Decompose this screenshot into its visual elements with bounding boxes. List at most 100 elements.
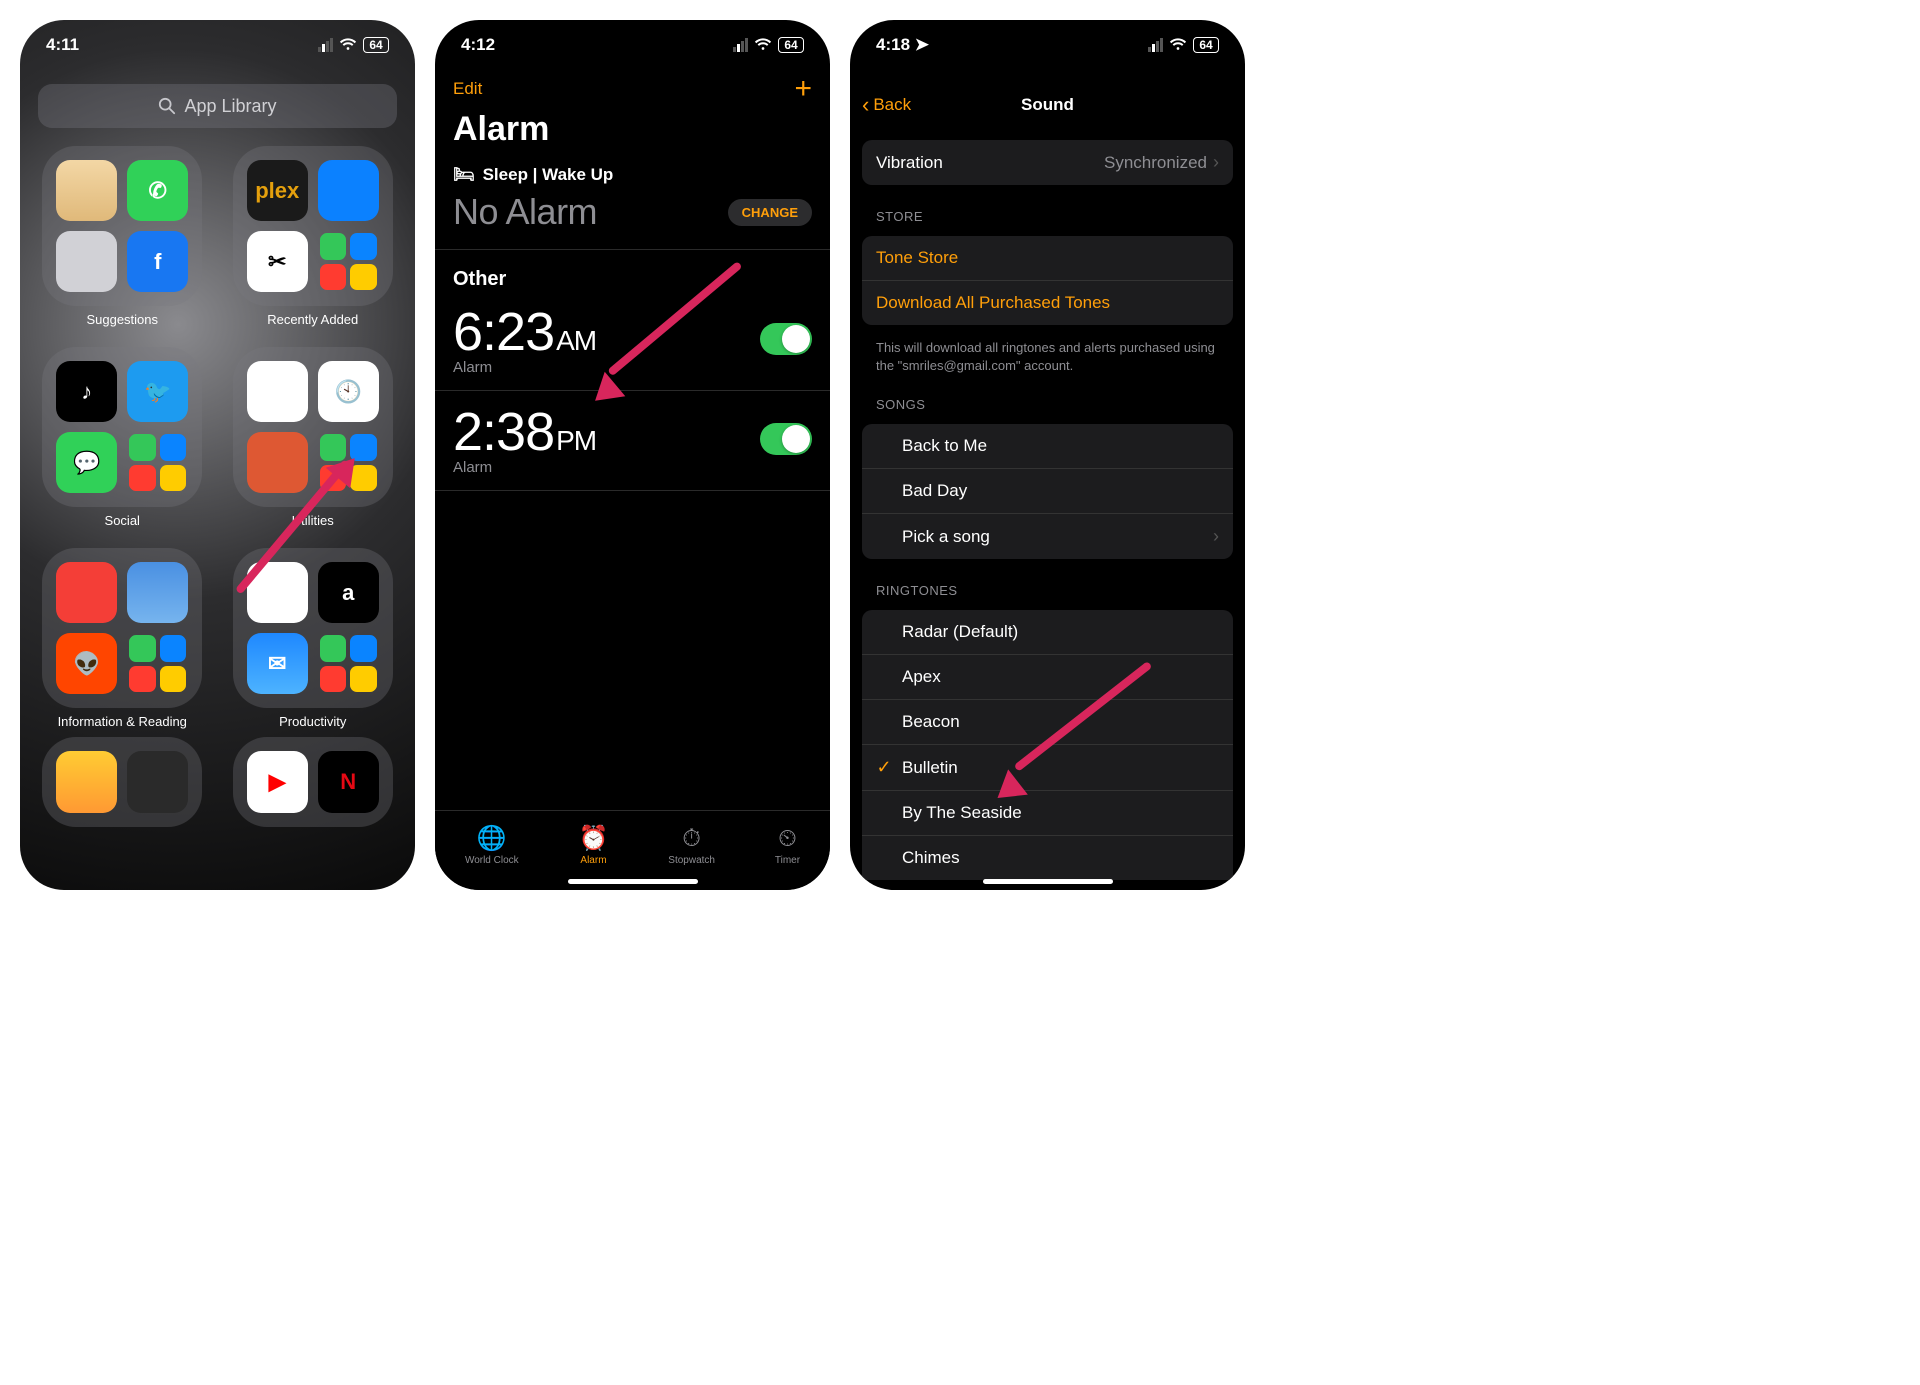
capcut-icon[interactable]: ✂ (247, 231, 308, 292)
vibration-cell[interactable]: Vibration Synchronized› (862, 140, 1233, 185)
tiktok-icon[interactable]: ♪ (56, 361, 117, 422)
ringtone-name: Bulletin (902, 758, 958, 778)
nav-bar: Edit + (435, 70, 830, 110)
phone-icon[interactable]: ✆ (127, 160, 188, 221)
song-cell[interactable]: Back to Me (862, 424, 1233, 469)
chevron-left-icon: ‹ (862, 92, 869, 118)
a-app-icon[interactable]: a (318, 562, 379, 623)
folder-label: Productivity (279, 714, 346, 729)
song-cell[interactable]: Pick a song › (862, 514, 1233, 559)
amazon-icon[interactable] (56, 160, 117, 221)
signal-icon (318, 38, 333, 52)
download-all-cell[interactable]: Download All Purchased Tones (862, 281, 1233, 325)
folder[interactable]: 👽 Information & Reading (40, 548, 205, 729)
facebook-icon[interactable]: f (127, 231, 188, 292)
phone-alarm: 4:12 64 Edit + Alarm 🛏 Sleep | Wake Up N… (435, 20, 830, 890)
tab-world-clock[interactable]: 🌐 World Clock (465, 826, 519, 866)
songs-group: Back to Me Bad Day Pick a song › (862, 424, 1233, 559)
chrome-icon[interactable] (247, 361, 308, 422)
ringtone-name: Chimes (902, 848, 960, 868)
back-button[interactable]: ‹ Back (862, 92, 911, 118)
mini-app-cluster[interactable] (127, 633, 188, 694)
tab-label: Stopwatch (668, 855, 715, 866)
change-button[interactable]: CHANGE (728, 199, 812, 226)
alarm-icon: ⏰ (579, 826, 609, 852)
vibration-group: Vibration Synchronized› (862, 140, 1233, 185)
weather-icon[interactable] (127, 562, 188, 623)
folder-label: Recently Added (267, 312, 358, 327)
sleep-section: 🛏 Sleep | Wake Up No Alarm CHANGE (435, 165, 830, 250)
signal-icon (1148, 38, 1163, 52)
messages-icon[interactable]: 💬 (56, 432, 117, 493)
search-input[interactable]: App Library (38, 84, 397, 128)
tab-timer[interactable]: ⏲ Timer (775, 826, 800, 866)
page-title: Alarm (435, 110, 830, 165)
game2-icon[interactable] (127, 751, 188, 813)
location-icon: ➤ (915, 35, 929, 55)
ringtone-cell[interactable]: Radar (Default) (862, 610, 1233, 655)
folder[interactable] (40, 737, 205, 827)
status-right: 64 (1148, 37, 1219, 54)
folder-label: Social (105, 513, 140, 528)
status-time: 4:18 ➤ (876, 35, 929, 55)
bed-icon: 🛏 (453, 165, 475, 185)
folder[interactable]: plex ✂ Recently Added (231, 146, 396, 327)
folder-label: Information & Reading (58, 714, 187, 729)
ringtone-cell[interactable]: By The Seaside (862, 791, 1233, 836)
phone-app-library: 4:11 64 App Library ✆f Suggestions plex✂… (20, 20, 415, 890)
other-header: Other (435, 250, 830, 291)
quik-icon[interactable] (318, 160, 379, 221)
alarm-time: 6:23AM (453, 301, 596, 363)
tab-label: Timer (775, 855, 800, 866)
tab-bar: 🌐 World Clock ⏰ Alarm ⏱ Stopwatch ⏲ Time… (435, 810, 830, 890)
status-right: 64 (733, 37, 804, 54)
ringtone-cell[interactable]: ✓ Bulletin (862, 745, 1233, 791)
settings-icon[interactable] (56, 231, 117, 292)
song-name: Back to Me (902, 436, 987, 456)
home-indicator[interactable] (568, 879, 698, 884)
stopwatch-icon: ⏱ (682, 826, 701, 852)
mini-app-cluster[interactable] (318, 231, 379, 292)
wifi-icon (754, 37, 772, 54)
tab-stopwatch[interactable]: ⏱ Stopwatch (668, 826, 715, 866)
mail-icon[interactable]: ✉ (247, 633, 308, 694)
download-caption: This will download all ringtones and ale… (850, 331, 1245, 379)
alarm-toggle[interactable] (760, 423, 812, 455)
youtube-icon[interactable]: ▶ (247, 751, 308, 813)
pocketcasts-icon[interactable] (56, 562, 117, 623)
alarm-row[interactable]: 2:38PM Alarm (435, 391, 830, 491)
plex-icon[interactable]: plex (247, 160, 308, 221)
wifi-icon (339, 37, 357, 54)
ringtone-cell[interactable]: Apex (862, 655, 1233, 700)
tone-store-cell[interactable]: Tone Store (862, 236, 1233, 281)
folder[interactable]: ♪🐦💬 Social (40, 347, 205, 528)
game1-icon[interactable] (56, 751, 117, 813)
alarm-row[interactable]: 6:23AM Alarm (435, 291, 830, 391)
alarm-toggle[interactable] (760, 323, 812, 355)
vibration-label: Vibration (876, 153, 943, 173)
reddit-icon[interactable]: 👽 (56, 633, 117, 694)
song-cell[interactable]: Bad Day (862, 469, 1233, 514)
duckduckgo-icon[interactable] (247, 432, 308, 493)
ringtone-name: Radar (Default) (902, 622, 1018, 642)
tab-alarm[interactable]: ⏰ Alarm (579, 826, 609, 866)
add-button[interactable]: + (794, 74, 812, 104)
battery-icon: 64 (1193, 37, 1219, 53)
folder[interactable]: ✆f Suggestions (40, 146, 205, 327)
edit-button[interactable]: Edit (453, 79, 482, 99)
chevron-right-icon: › (1213, 526, 1219, 547)
tab-label: World Clock (465, 855, 519, 866)
clock-icon[interactable]: 🕙 (318, 361, 379, 422)
netflix-icon[interactable]: N (318, 751, 379, 813)
twitter-icon[interactable]: 🐦 (127, 361, 188, 422)
mini-app-cluster[interactable] (318, 633, 379, 694)
home-indicator[interactable] (983, 879, 1113, 884)
song-name: Bad Day (902, 481, 967, 501)
checkmark-icon: ✓ (872, 757, 896, 778)
battery-icon: 64 (778, 37, 804, 53)
page-title: Sound (1021, 95, 1074, 115)
folder[interactable]: ▶N (231, 737, 396, 827)
mini-app-cluster[interactable] (127, 432, 188, 493)
ringtone-cell[interactable]: Chimes (862, 836, 1233, 880)
songs-header: SONGS (850, 379, 1245, 418)
